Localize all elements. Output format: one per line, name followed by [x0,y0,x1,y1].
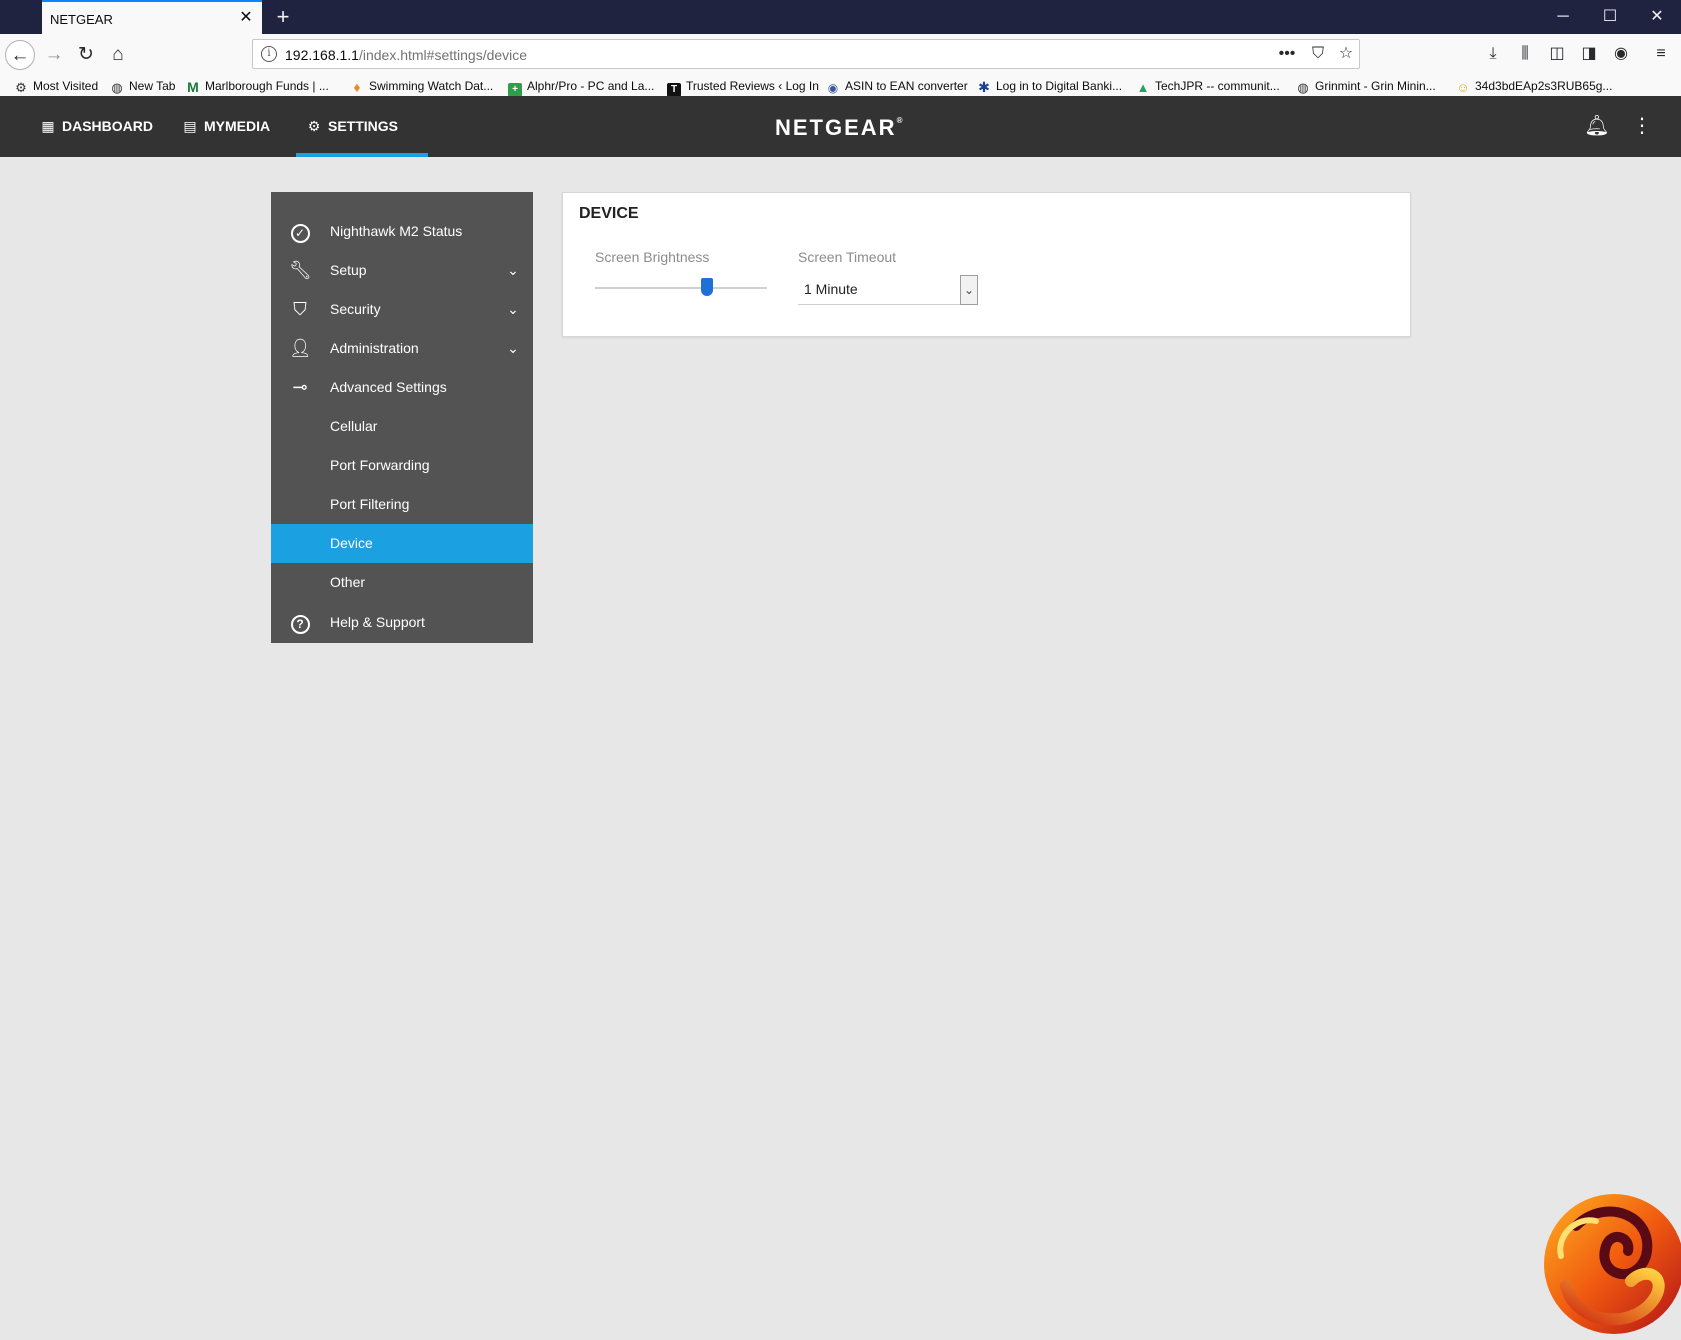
window-close-icon[interactable]: ✕ [1642,5,1672,29]
screen-timeout-value: 1 Minute [804,281,858,297]
wrench-icon: 🔧︎ [289,260,312,280]
sidebar-item-status[interactable]: ✓ Nighthawk M2 Status [271,212,533,251]
bookmark-item[interactable]: T Trusted Reviews ‹ Log In [667,77,819,97]
screen-timeout-select[interactable]: 1 Minute ⌄ [798,273,978,305]
chevron-down-icon[interactable]: ⌄ [505,299,521,319]
screen-timeout-label: Screen Timeout [798,249,897,265]
sidebar-item-port-forwarding[interactable]: Port Forwarding [271,446,533,485]
bookmark-item[interactable]: + Alphr/Pro - PC and La... [508,77,654,97]
toggle-icon: ⊸ [292,377,308,397]
gear-icon: ⚙ [307,118,321,134]
browser-tab-title: NETGEAR [50,12,113,27]
sidebar-item-security[interactable]: ⛉ Security ⌄ [271,290,533,329]
brightness-slider-track[interactable] [595,287,767,289]
sidebar-item-cellular[interactable]: Cellular [271,407,533,446]
app-header: ▦ DASHBOARD ▤ MYMEDIA ⚙ SETTINGS NETGEAR® 🔔… [0,96,1681,157]
pin-icon: ♦ [353,79,361,95]
dashboard-icon: ▦ [41,118,55,134]
extension-icon[interactable]: ◨ [1576,42,1602,66]
account-icon[interactable]: ◉ [1608,42,1634,66]
gear-icon: ⚙ [15,80,27,95]
back-arrow-icon[interactable]: ← [5,40,35,70]
pocket-icon[interactable]: ⛉ [1306,43,1330,65]
tab-close-icon[interactable]: ✕ [236,8,256,28]
chevron-down-icon[interactable]: ⌄ [505,338,521,358]
bookmark-item[interactable]: ✱ Log in to Digital Banki... [977,77,1122,95]
bookmark-item[interactable]: ◍ Grinmint - Grin Minin... [1296,77,1435,95]
watermark-logo-icon [1544,1194,1681,1334]
bookmark-item[interactable]: ◍ New Tab [110,77,175,95]
settings-sidebar: ✓ Nighthawk M2 Status 🔧︎ Setup ⌄ ⛉ Secur… [271,192,533,643]
sidebar-item-setup[interactable]: 🔧︎ Setup ⌄ [271,251,533,290]
sidebar-item-other[interactable]: Other [271,563,533,602]
asin-icon: ◉ [827,81,839,95]
bookmarks-bar: ⚙ Most Visited ◍ New Tab M Marlborough Fund… [0,74,1681,97]
shield-icon: ⛉ [293,299,307,319]
alphr-icon: + [508,83,522,97]
sidebar-item-advanced-settings[interactable]: ⊸ Advanced Settings [271,368,533,407]
new-tab-icon[interactable]: + [270,4,296,30]
bookmark-star-icon[interactable]: ☆ [1334,43,1358,65]
forward-arrow-icon[interactable]: → [39,40,69,70]
screen-brightness-label: Screen Brightness [595,249,710,265]
brightness-slider-thumb[interactable] [700,278,713,296]
sidebar-item-administration[interactable]: 👤︎ Administration ⌄ [271,329,533,368]
page-title: DEVICE [579,205,639,222]
bell-icon[interactable]: 🔔︎ [1584,113,1610,139]
marlborough-icon: M [187,79,199,95]
bookmark-item[interactable]: ☺ 34d3bdEAp2s3RUB65g... [1456,77,1612,95]
downloads-icon[interactable]: ⤓ [1480,42,1506,66]
sidebar-item-port-filtering[interactable]: Port Filtering [271,485,533,524]
reload-icon[interactable]: ↻ [71,40,101,70]
smiley-icon: ☺ [1456,80,1470,95]
globe-icon: ◍ [1297,80,1309,95]
bank-icon: ✱ [978,79,990,95]
sidebar-item-device[interactable]: Device [271,524,533,563]
trusted-reviews-icon: T [667,83,681,97]
browser-nav-bar: ← → ↻ ⌂ i 192.168.1.1/index.html#setting… [0,34,1681,74]
media-icon: ▤ [183,118,197,134]
help-circle-icon: ? [289,611,311,634]
tab-settings[interactable]: ⚙ SETTINGS [295,96,429,157]
browser-tab[interactable]: NETGEAR ✕ [42,0,262,34]
person-icon: 👤︎ [289,338,312,358]
url-bar[interactable]: i 192.168.1.1/index.html#settings/device… [252,39,1360,69]
chevron-down-icon[interactable]: ⌄ [960,275,978,305]
chevron-down-icon[interactable]: ⌄ [505,260,521,280]
home-icon[interactable]: ⌂ [103,40,133,70]
sidebar-icon[interactable]: ◫ [1544,42,1570,66]
bookmark-item[interactable]: ▲ TechJPR -- communit... [1136,77,1280,95]
globe-icon: ◍ [111,80,123,95]
menu-icon[interactable]: ≡ [1648,42,1674,66]
browser-tab-bar: NETGEAR ✕ + ─ ☐ ✕ [0,0,1681,34]
device-card: DEVICE Screen Brightness Screen Timeout … [562,192,1411,337]
netgear-logo: NETGEAR® [775,115,903,140]
bookmark-item[interactable]: ⚙ Most Visited [14,77,98,95]
bookmark-item[interactable]: M Marlborough Funds | ... [186,77,329,95]
tab-mymedia[interactable]: ▤ MYMEDIA [182,96,270,157]
minimize-icon[interactable]: ─ [1548,5,1578,29]
bookmark-item[interactable]: ◉ ASIN to EAN converter [826,77,968,95]
check-circle-icon: ✓ [289,220,311,243]
url-text[interactable]: 192.168.1.1/index.html#settings/device [285,47,527,63]
drive-icon: ▲ [1136,80,1150,95]
maximize-icon[interactable]: ☐ [1595,5,1625,29]
library-icon[interactable]: ⫼ [1512,42,1538,66]
page-actions-icon[interactable]: ••• [1275,43,1299,65]
bookmark-item[interactable]: ♦ Swimming Watch Dat... [350,77,493,95]
more-vertical-icon[interactable]: ⋮ [1629,113,1655,139]
site-info-icon[interactable]: i [261,46,277,62]
tab-dashboard[interactable]: ▦ DASHBOARD [40,96,153,157]
sidebar-item-help-support[interactable]: ? Help & Support [271,603,533,642]
